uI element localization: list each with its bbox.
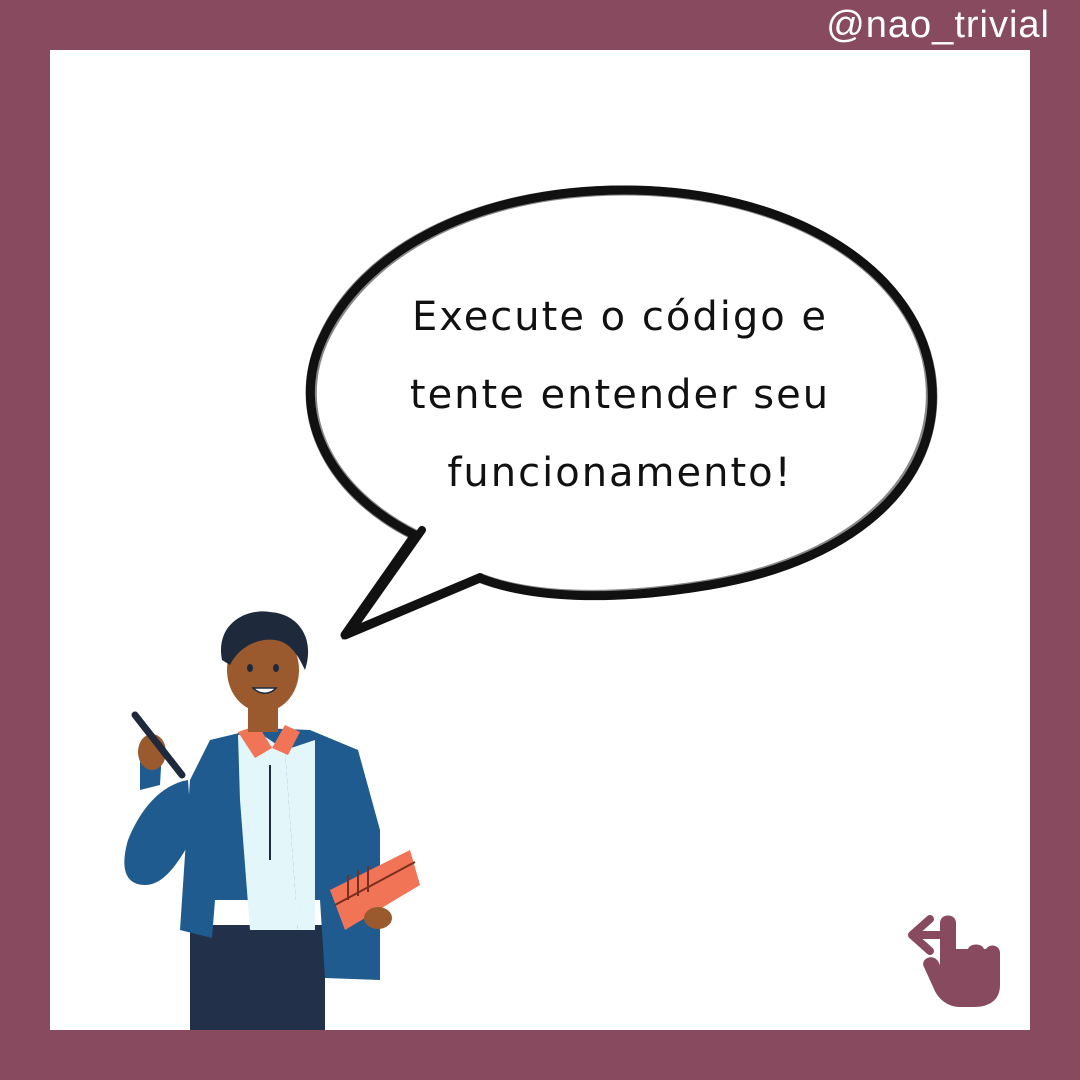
bubble-line-3: funcionamento! bbox=[447, 450, 793, 496]
bubble-message: Execute o código e tente entender seu fu… bbox=[380, 278, 860, 512]
account-handle: @nao_trivial bbox=[826, 4, 1050, 46]
teacher-illustration bbox=[124, 611, 420, 1030]
bubble-line-1: Execute o código e bbox=[411, 294, 829, 340]
bubble-line-2: tente entender seu bbox=[409, 372, 831, 418]
swipe-left-hand-icon[interactable] bbox=[900, 905, 1005, 1010]
pants bbox=[190, 925, 325, 1030]
content-card: Execute o código e tente entender seu fu… bbox=[50, 50, 1030, 1030]
